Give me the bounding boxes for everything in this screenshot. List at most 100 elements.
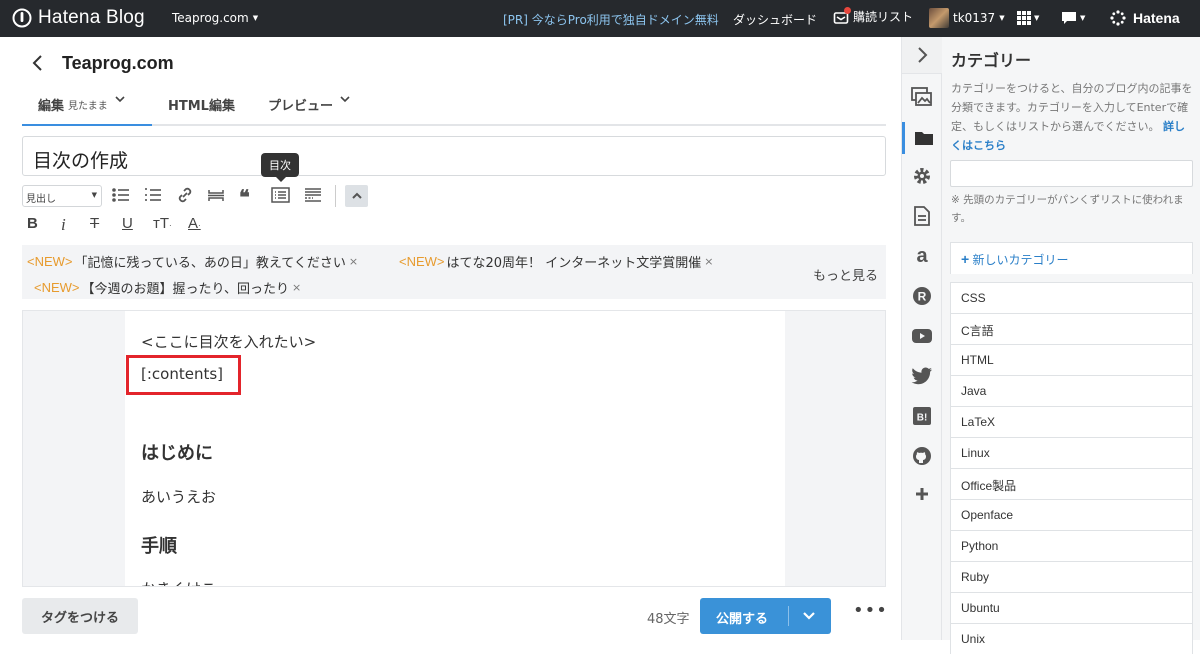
chevron-left-icon: [32, 55, 42, 71]
character-count: 48文字: [647, 612, 690, 627]
category-item[interactable]: HTML: [950, 344, 1193, 375]
sidebar-item-document[interactable]: [902, 200, 942, 232]
content-line: あいうえお: [141, 488, 217, 506]
collapse-toolbar-button[interactable]: [345, 185, 368, 207]
category-panel: カテゴリー カテゴリーをつけると、自分のブログ内の記事を分類できます。カテゴリー…: [942, 37, 1200, 654]
bullet-list-button[interactable]: [112, 187, 130, 203]
sidebar-item-youtube[interactable]: [902, 320, 942, 352]
news-banner: <NEW> 「記憶に残っている、あの日」教えてください × <NEW> はてな2…: [22, 245, 886, 299]
font-size-button[interactable]: тT·: [153, 215, 172, 232]
hatena-blog-logo-icon: [12, 8, 32, 28]
category-item[interactable]: Java: [950, 375, 1193, 406]
sidebar-item-amazon[interactable]: a: [902, 240, 942, 272]
editor-bottom-bar: タグをつける 48文字 公開する •••: [0, 587, 901, 640]
button-divider: [788, 606, 789, 626]
news-item[interactable]: <NEW> 「記憶に残っている、あの日」教えてください ×: [27, 252, 358, 271]
tab-html-edit[interactable]: HTML編集: [168, 90, 235, 126]
document-icon: [914, 206, 930, 226]
folder-icon: [914, 132, 933, 145]
category-list: + 新しいカテゴリー CSS C言語 HTML Java LaTeX Linux…: [950, 242, 1193, 654]
content-editor[interactable]: <ここに目次を入れたい> [:contents] はじめに あいうえお 手順 か…: [125, 311, 785, 586]
dashboard-link[interactable]: ダッシュボード: [733, 11, 817, 28]
editor-area: Teaprog.com 編集 見たまま HTML編集 プレビュー 目次の作成 見…: [0, 37, 901, 640]
apps-menu[interactable]: ▼: [1017, 11, 1039, 25]
youtube-icon: [912, 329, 932, 343]
hatena-logo[interactable]: Hatena: [1109, 9, 1180, 27]
blog-selector[interactable]: Teaprog.com ▼: [172, 11, 258, 25]
sidebar-item-add[interactable]: [902, 478, 942, 510]
tooltip: 目次: [261, 153, 299, 182]
category-item[interactable]: Linux: [950, 437, 1193, 468]
avatar: [929, 8, 949, 28]
collapse-panel-button[interactable]: [902, 37, 942, 74]
reading-list-link[interactable]: 購読リスト: [833, 6, 913, 25]
close-icon[interactable]: ×: [704, 255, 713, 268]
news-item[interactable]: <NEW> はてな20周年！ インターネット文学賞開催 ×: [399, 252, 713, 271]
photo-icon: [911, 87, 932, 106]
hatena-blog-logo[interactable]: Hatena Blog: [12, 7, 145, 29]
tab-wysiwyg-edit[interactable]: 編集 見たまま: [22, 90, 152, 126]
comments-menu[interactable]: ▼: [1061, 11, 1085, 25]
sidebar-item-settings[interactable]: [902, 160, 942, 192]
category-item[interactable]: Unix: [950, 623, 1193, 654]
notification-dot: [844, 6, 851, 14]
add-tag-button[interactable]: タグをつける: [22, 598, 138, 634]
content-heading: 手順: [141, 536, 177, 557]
gear-icon: [914, 168, 930, 184]
news-item[interactable]: <NEW> 【今週のお題】握ったり、回ったり ×: [34, 278, 301, 297]
pr-link[interactable]: [PR] 今ならPro利用で独自ドメイン無料: [503, 11, 719, 28]
panel-title: カテゴリー: [951, 51, 1032, 70]
category-item[interactable]: Office製品: [950, 468, 1193, 499]
sidebar-item-category[interactable]: [902, 122, 942, 154]
close-icon[interactable]: ×: [349, 255, 358, 268]
horizontal-rule-icon: [208, 190, 224, 201]
table-of-contents-button[interactable]: [271, 187, 290, 203]
panel-description: カテゴリーをつけると、自分のブログ内の記事を分類できます。カテゴリーを入力してE…: [951, 79, 1195, 155]
publish-options-toggle[interactable]: [802, 610, 816, 622]
link-button[interactable]: [176, 187, 194, 203]
svg-text:B!: B!: [917, 413, 928, 424]
publish-button[interactable]: 公開する: [700, 598, 831, 634]
caret-down-icon: ▼: [252, 14, 259, 22]
bold-button[interactable]: B: [27, 215, 38, 232]
blog-selector-label: Teaprog.com: [172, 11, 249, 25]
underline-button[interactable]: U: [122, 215, 133, 232]
category-item[interactable]: C言語: [950, 313, 1193, 344]
new-category-button[interactable]: + 新しいカテゴリー: [950, 242, 1193, 274]
sidebar-item-twitter[interactable]: [902, 360, 942, 392]
user-menu[interactable]: tk0137 ▼: [929, 8, 1005, 28]
tab-preview[interactable]: プレビュー: [268, 90, 350, 126]
more-block-button[interactable]: [304, 187, 322, 203]
category-item[interactable]: LaTeX: [950, 406, 1193, 437]
category-item[interactable]: Ruby: [950, 561, 1193, 592]
italic-button[interactable]: i: [61, 215, 66, 235]
new-tag: <NEW>: [399, 254, 445, 269]
formatting-toolbar: 見出し ▼ ❝ B i T U тT· A·: [22, 185, 886, 245]
category-item[interactable]: Openface: [950, 499, 1193, 530]
more-options-button[interactable]: •••: [853, 600, 888, 621]
category-item[interactable]: Python: [950, 530, 1193, 561]
article-title-input[interactable]: 目次の作成: [22, 136, 886, 176]
sidebar-item-rakuten[interactable]: R: [902, 280, 942, 312]
rakuten-icon: R: [913, 287, 931, 305]
category-item[interactable]: Ubuntu: [950, 592, 1193, 623]
numbered-list-button[interactable]: [144, 187, 162, 203]
heading-select[interactable]: 見出し ▼: [22, 185, 102, 207]
top-navigation-bar: Hatena Blog Teaprog.com ▼ [PR] 今ならPro利用で…: [0, 0, 1200, 37]
sidebar-item-github[interactable]: [902, 440, 942, 472]
back-button[interactable]: [30, 54, 46, 72]
close-icon[interactable]: ×: [292, 281, 301, 294]
sidebar-item-photos[interactable]: [902, 81, 942, 113]
sidebar-item-hatena-bookmark[interactable]: B!: [902, 400, 942, 432]
category-item[interactable]: CSS: [950, 282, 1193, 313]
more-link[interactable]: もっと見る: [813, 265, 878, 284]
category-input[interactable]: [950, 160, 1193, 187]
content-line: かきくけこ: [141, 578, 216, 586]
horizontal-rule-button[interactable]: [207, 187, 225, 203]
text-color-button[interactable]: A·: [188, 215, 201, 232]
caret-down-icon: ▼: [1034, 14, 1040, 22]
logo-text: Hatena Blog: [38, 7, 145, 28]
strikethrough-button[interactable]: T: [90, 215, 99, 232]
quote-button[interactable]: ❝: [239, 185, 250, 210]
caret-down-icon: ▼: [91, 191, 97, 199]
